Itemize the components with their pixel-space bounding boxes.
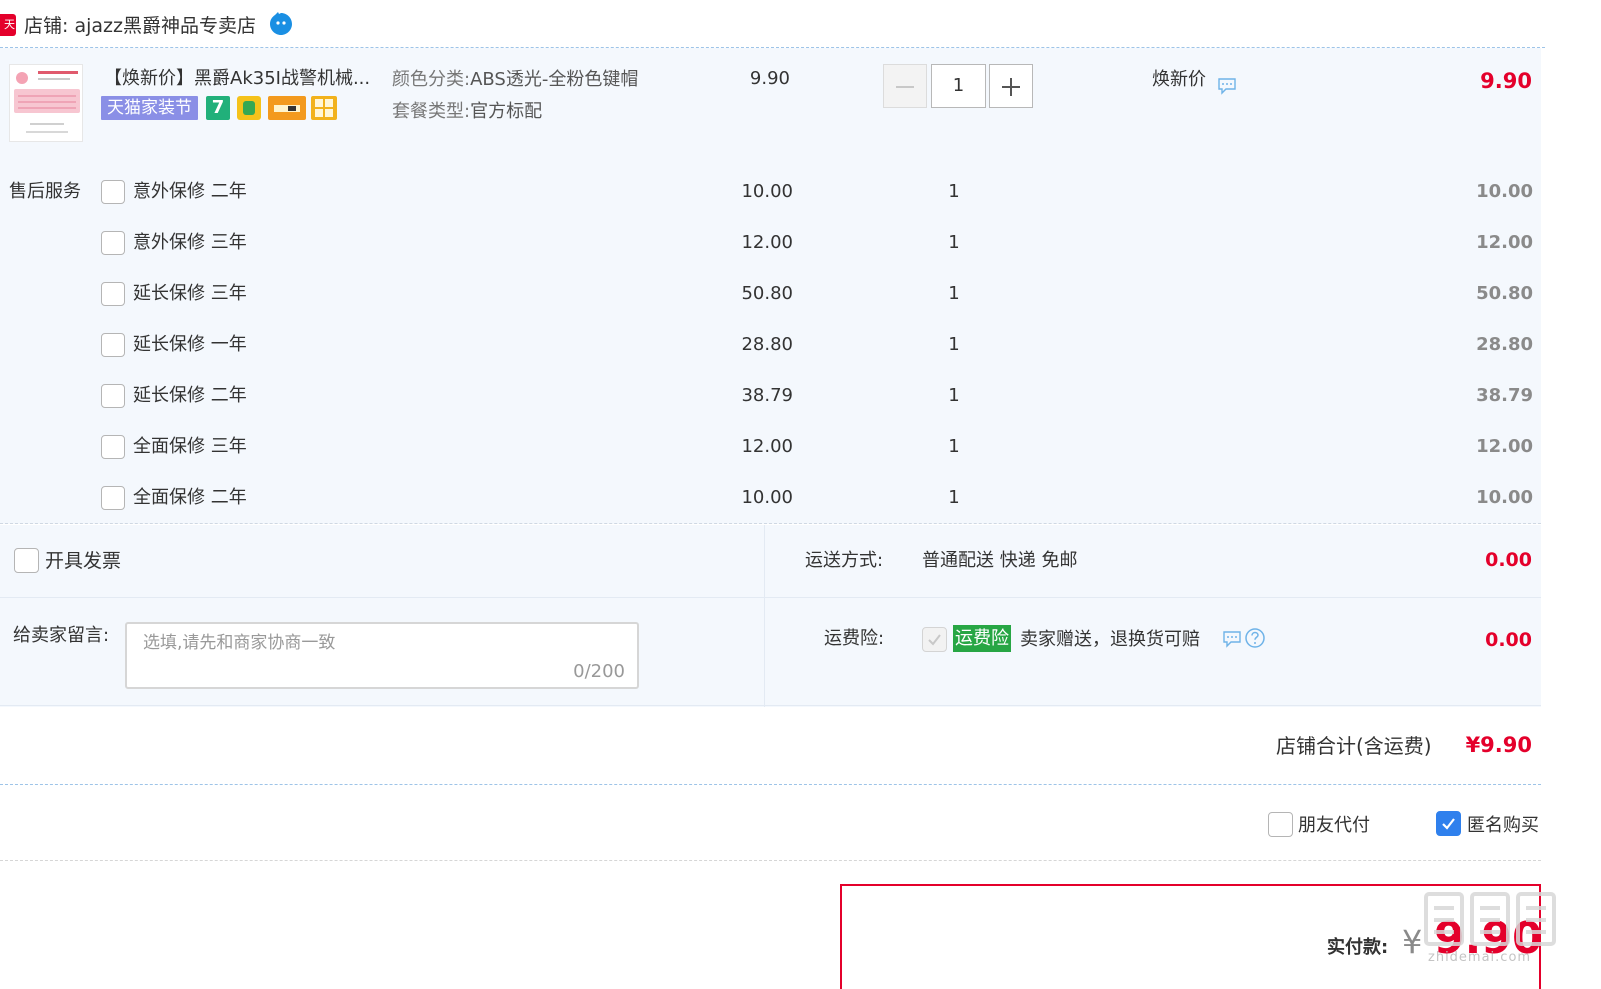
seller-message-label: 给卖家留言: xyxy=(13,625,110,646)
service-grid-icon xyxy=(311,96,337,120)
product-thumbnail[interactable] xyxy=(9,64,83,142)
seven-day-return-icon: 7 xyxy=(206,96,230,120)
shipping-insurance-label: 运费险: xyxy=(824,628,885,649)
service-checkbox[interactable] xyxy=(101,180,125,204)
service-row: 延长保修 二年 38.79 1 38.79 xyxy=(0,384,1541,410)
service-row: 全面保修 二年 10.00 1 10.00 xyxy=(0,486,1541,512)
anonymous-purchase-checkbox[interactable] xyxy=(1436,811,1461,836)
guarantee-icon xyxy=(237,96,261,120)
service-name: 全面保修 二年 xyxy=(133,487,247,508)
invoice-label[interactable]: 开具发票 xyxy=(45,549,121,573)
service-total: 10.00 xyxy=(1476,487,1533,508)
tmall-badge: 天猫 xyxy=(0,14,16,36)
help-icon[interactable] xyxy=(1244,627,1266,649)
service-price: 38.79 xyxy=(741,385,793,406)
tmall-home-festival-tag: 天猫家装节 xyxy=(101,96,198,120)
service-price: 10.00 xyxy=(741,487,793,508)
shipping-insurance-fee: 0.00 xyxy=(1485,629,1532,651)
shipping-insurance-tag: 运费险 xyxy=(953,625,1011,652)
service-price: 50.80 xyxy=(741,283,793,304)
service-checkbox[interactable] xyxy=(101,333,125,357)
service-name: 延长保修 三年 xyxy=(133,283,247,304)
service-total: 10.00 xyxy=(1476,181,1533,202)
section-divider xyxy=(0,523,1541,524)
service-total: 12.00 xyxy=(1476,436,1533,457)
anonymous-purchase-label[interactable]: 匿名购买 xyxy=(1467,814,1539,838)
service-qty: 1 xyxy=(948,283,960,304)
service-checkbox[interactable] xyxy=(101,282,125,306)
service-qty: 1 xyxy=(948,232,960,253)
spec-color: 颜色分类:ABS透光-全粉色键帽 xyxy=(392,69,639,90)
service-name: 延长保修 二年 xyxy=(133,385,247,406)
seller-message-input[interactable] xyxy=(143,630,613,656)
seller-message-box: 0/200 xyxy=(125,622,639,689)
service-price: 12.00 xyxy=(741,232,793,253)
service-price: 28.80 xyxy=(741,334,793,355)
service-price: 12.00 xyxy=(741,436,793,457)
actual-payment-label: 实付款: xyxy=(1327,937,1389,958)
comment-icon[interactable] xyxy=(1217,77,1237,95)
quantity-input[interactable]: 1 xyxy=(931,64,986,108)
options-bottom-divider xyxy=(0,705,1541,706)
service-price: 10.00 xyxy=(741,181,793,202)
credit-card-icon xyxy=(268,96,306,120)
service-row: 延长保修 一年 28.80 1 28.80 xyxy=(0,333,1541,359)
service-checkbox[interactable] xyxy=(101,231,125,255)
line-total: 9.90 xyxy=(1480,69,1532,93)
service-total: 28.80 xyxy=(1476,334,1533,355)
unit-price: 9.90 xyxy=(749,68,790,89)
friend-pay-checkbox[interactable] xyxy=(1268,812,1293,837)
options-row-divider xyxy=(0,597,1541,598)
quantity-increase-button[interactable] xyxy=(989,64,1033,108)
service-checkbox[interactable] xyxy=(101,384,125,408)
service-qty: 1 xyxy=(948,334,960,355)
options-column-divider xyxy=(764,525,765,707)
message-char-count: 0/200 xyxy=(573,661,625,682)
service-total: 38.79 xyxy=(1476,385,1533,406)
friend-pay-label[interactable]: 朋友代付 xyxy=(1298,814,1370,838)
service-qty: 1 xyxy=(948,181,960,202)
watermark-text: zhidemai.com xyxy=(1428,950,1532,965)
service-total: 12.00 xyxy=(1476,232,1533,253)
service-row: 意外保修 三年 12.00 1 12.00 xyxy=(0,231,1541,257)
shipping-method-label: 运送方式: xyxy=(805,550,884,571)
service-qty: 1 xyxy=(948,436,960,457)
service-checkbox[interactable] xyxy=(101,486,125,510)
wangwang-chat-icon[interactable] xyxy=(268,11,294,37)
service-name: 延长保修 一年 xyxy=(133,334,247,355)
shipping-method-value: 普通配送 快递 免邮 xyxy=(922,550,1078,571)
shop-subtotal-label: 店铺合计(含运费) xyxy=(1276,734,1432,758)
service-qty: 1 xyxy=(948,385,960,406)
quantity-decrease-button[interactable] xyxy=(883,64,927,108)
shipping-fee: 0.00 xyxy=(1485,549,1532,571)
promo-label: 焕新价 xyxy=(1152,69,1206,90)
shop-name-link[interactable]: 店铺: ajazz黑爵神品专卖店 xyxy=(24,14,256,38)
service-checkbox[interactable] xyxy=(101,435,125,459)
spec-package: 套餐类型:官方标配 xyxy=(392,101,543,122)
service-name: 全面保修 三年 xyxy=(133,436,247,457)
service-row: 延长保修 三年 50.80 1 50.80 xyxy=(0,282,1541,308)
service-row: 全面保修 三年 12.00 1 12.00 xyxy=(0,435,1541,461)
service-qty: 1 xyxy=(948,487,960,508)
service-name: 意外保修 三年 xyxy=(133,232,247,253)
service-row: 意外保修 二年 10.00 1 10.00 xyxy=(0,180,1541,206)
shop-total-divider xyxy=(0,784,1541,785)
product-title-link[interactable]: 【焕新价】黑爵Ak35I战警机械... xyxy=(104,68,380,90)
invoice-checkbox[interactable] xyxy=(14,548,39,573)
shop-subtotal-value: ¥9.90 xyxy=(1465,733,1532,757)
shipping-insurance-checkbox xyxy=(922,627,947,652)
shipping-insurance-desc: 卖家赠送，退换货可赔 xyxy=(1020,629,1200,650)
comment-icon[interactable] xyxy=(1222,630,1242,648)
service-total: 50.80 xyxy=(1476,283,1533,304)
footer-divider xyxy=(0,860,1541,861)
service-name: 意外保修 二年 xyxy=(133,181,247,202)
